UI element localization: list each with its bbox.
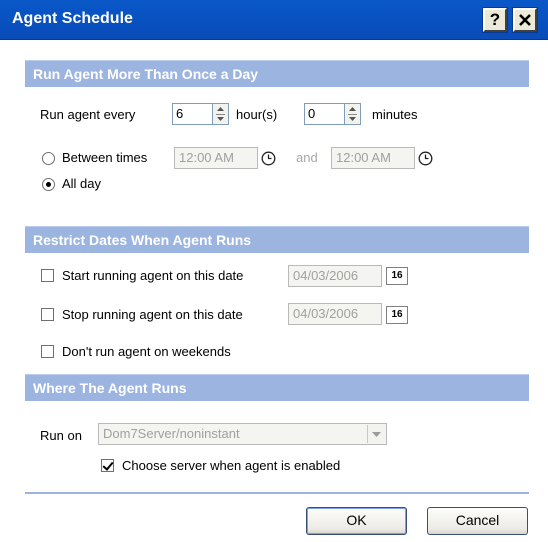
run-on-label: Run on <box>40 428 82 443</box>
question-mark-icon: ? <box>489 10 501 29</box>
server-dropdown-value: Dom7Server/noninstant <box>103 426 240 441</box>
spin-down-icon[interactable] <box>215 115 226 123</box>
minutes-spinner[interactable] <box>344 103 361 125</box>
stop-date-checkbox[interactable] <box>41 308 54 321</box>
spin-up-icon[interactable] <box>347 105 358 113</box>
start-date-input[interactable]: 04/03/2006 <box>288 265 382 287</box>
end-time-input[interactable]: 12:00 AM <box>331 147 415 169</box>
calendar-icon[interactable]: 16 <box>386 267 408 285</box>
help-button[interactable]: ? <box>482 7 508 33</box>
server-dropdown[interactable]: Dom7Server/noninstant <box>98 423 387 445</box>
minutes-unit-label: minutes <box>372 107 418 122</box>
between-times-label[interactable]: Between times <box>62 150 147 165</box>
all-day-radio[interactable] <box>42 178 55 191</box>
stop-date-input[interactable]: 04/03/2006 <box>288 303 382 325</box>
bottom-divider <box>25 492 529 494</box>
weekends-checkbox[interactable] <box>41 345 54 358</box>
title-bar[interactable]: Agent Schedule ? <box>0 0 548 40</box>
section-header-restrict-dates: Restrict Dates When Agent Runs <box>25 226 529 253</box>
dialog-title: Agent Schedule <box>12 10 133 27</box>
section-header-where-runs: Where The Agent Runs <box>25 374 529 401</box>
spin-down-icon[interactable] <box>347 115 358 123</box>
start-date-label[interactable]: Start running agent on this date <box>62 268 243 283</box>
and-label: and <box>296 150 318 165</box>
clock-icon[interactable] <box>261 151 276 166</box>
hours-unit-label: hour(s) <box>236 107 278 122</box>
ok-button[interactable]: OK <box>306 507 407 535</box>
hours-input[interactable]: 6 <box>172 103 214 125</box>
calendar-icon[interactable]: 16 <box>386 306 408 324</box>
close-button[interactable] <box>512 7 538 33</box>
minutes-input[interactable]: 0 <box>304 103 346 125</box>
run-every-label: Run agent every <box>40 107 136 122</box>
weekends-label[interactable]: Don't run agent on weekends <box>62 344 231 359</box>
close-icon <box>519 14 531 26</box>
between-times-radio[interactable] <box>42 152 55 165</box>
start-date-checkbox[interactable] <box>41 269 54 282</box>
all-day-label[interactable]: All day <box>62 176 101 191</box>
chevron-down-icon[interactable] <box>367 425 385 443</box>
section-header-run-more: Run Agent More Than Once a Day <box>25 60 529 87</box>
agent-schedule-dialog: Agent Schedule ? Run Agent More Than Onc… <box>0 0 548 542</box>
start-time-input[interactable]: 12:00 AM <box>174 147 258 169</box>
hours-spinner[interactable] <box>212 103 229 125</box>
clock-icon[interactable] <box>418 151 433 166</box>
stop-date-label[interactable]: Stop running agent on this date <box>62 307 243 322</box>
choose-server-label[interactable]: Choose server when agent is enabled <box>122 458 340 473</box>
choose-server-checkbox[interactable] <box>101 459 114 472</box>
cancel-button[interactable]: Cancel <box>427 507 528 535</box>
spin-up-icon[interactable] <box>215 105 226 113</box>
